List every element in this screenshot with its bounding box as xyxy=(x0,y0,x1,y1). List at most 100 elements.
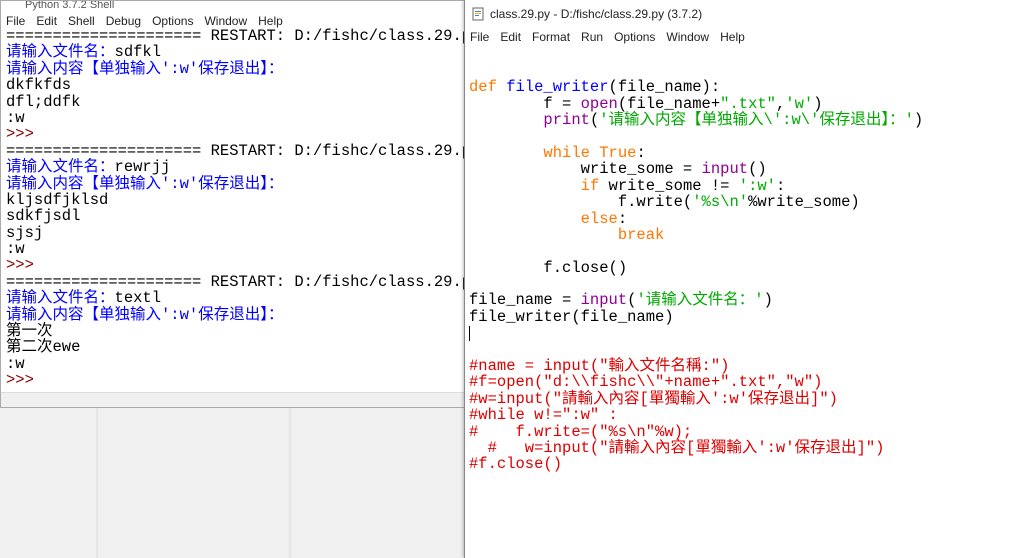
code-token: # f.write=("%s\n"%w); xyxy=(469,422,693,441)
code-token: f.close() xyxy=(469,258,628,277)
shell-menu-window[interactable]: Window xyxy=(199,14,253,28)
shell-line: ===================== RESTART: D:/fishc/… xyxy=(6,141,467,160)
code-token: #f=open("d:\\fishc\\"+name+".txt","w") xyxy=(469,373,823,392)
shell-prompt-text: 请输入文件名： xyxy=(6,158,115,177)
code-line: # w=input("請輸入內容[單獨輸入':w'保存退出]") xyxy=(469,440,1024,456)
python-shell-window[interactable]: Python 3.7.2 Shell File Edit Shell Debug… xyxy=(0,0,468,408)
python-file-icon xyxy=(472,7,484,21)
code-token: '%s\n' xyxy=(692,193,749,212)
code-editor[interactable]: def file_writer(file_name): f = open(fil… xyxy=(469,63,1024,558)
shell-line: kljsdfjklsd xyxy=(6,190,109,209)
code-token: def xyxy=(469,78,507,97)
code-token: file_writer xyxy=(506,78,609,97)
code-line: file_writer(file_name) xyxy=(469,309,1024,325)
shell-menu-help[interactable]: Help xyxy=(253,14,289,28)
shell-output[interactable]: ===================== RESTART: D:/fishc/… xyxy=(6,28,467,393)
editor-menubar: File Edit Format Run Options Window Help xyxy=(465,28,1024,46)
shell-line: :w xyxy=(6,240,25,259)
code-token: '请输入内容【单独输入\':w\'保存退出】：' xyxy=(599,111,914,130)
shell-line: ===================== RESTART: D:/fishc/… xyxy=(6,272,467,291)
shell-line: >>> xyxy=(6,256,44,275)
code-token: ':w' xyxy=(738,176,776,195)
code-token: #name = input("輸入文件名稱:") xyxy=(469,357,730,376)
shell-menu-debug[interactable]: Debug xyxy=(101,14,147,28)
shell-titlebar[interactable]: Python 3.7.2 Shell xyxy=(1,1,467,11)
editor-title: class.29.py - D:/fishc/class.29.py (3.7.… xyxy=(490,7,703,21)
shell-menu-shell[interactable]: Shell xyxy=(63,14,101,28)
shell-horizontal-scrollbar[interactable] xyxy=(1,392,467,407)
code-token: #f.close() xyxy=(469,455,563,474)
shell-line: 请输入文件名：textl xyxy=(6,290,467,306)
code-line: #f=open("d:\\fishc\\"+name+".txt","w") xyxy=(469,374,1024,390)
code-token: else xyxy=(580,209,618,228)
code-token: file_name = xyxy=(469,291,581,310)
code-token: (file_name): xyxy=(608,78,721,97)
shell-line: >>> xyxy=(6,125,44,144)
shell-line: 第一次 xyxy=(6,322,53,341)
shell-line: 请输入内容【单独输入':w'保存退出】： xyxy=(6,305,284,324)
shell-user-input: textl xyxy=(114,289,162,308)
shell-line: :w xyxy=(6,108,25,127)
code-token: f.write( xyxy=(469,193,693,212)
code-token: ) xyxy=(913,111,924,130)
code-token: : xyxy=(617,209,628,228)
editor-menu-help[interactable]: Help xyxy=(715,30,751,44)
shell-prompt-text: 请输入文件名： xyxy=(6,289,115,308)
shell-line: dkfkfds xyxy=(6,76,72,95)
editor-menu-edit[interactable]: Edit xyxy=(495,30,527,44)
shell-menu-edit[interactable]: Edit xyxy=(31,14,63,28)
code-token: #w=input("請輸入內容[單獨輸入':w'保存退出]") xyxy=(469,389,838,408)
shell-line: 请输入文件名：sdfkl xyxy=(6,44,467,60)
editor-menu-run[interactable]: Run xyxy=(576,30,609,44)
shell-menu-options[interactable]: Options xyxy=(147,14,199,28)
shell-line: 请输入内容【单独输入':w'保存退出】： xyxy=(6,59,284,78)
code-token: input xyxy=(580,291,628,310)
shell-line: 第二次ewe xyxy=(6,338,81,357)
text-cursor xyxy=(469,325,470,341)
code-token: ) xyxy=(763,291,773,310)
code-token: # w=input("請輸入內容[單獨輸入':w'保存退出]") xyxy=(469,438,885,457)
editor-menu-options[interactable]: Options xyxy=(609,30,661,44)
code-line xyxy=(469,325,1024,341)
editor-menu-window[interactable]: Window xyxy=(661,30,715,44)
code-line: else: xyxy=(469,209,1024,228)
code-token: () xyxy=(748,160,767,179)
code-token: ( xyxy=(589,111,600,130)
code-line: def file_writer(file_name): xyxy=(469,79,1024,95)
shell-line: 请输入文件名：rewrjj xyxy=(6,159,467,175)
code-line: write_some = input() xyxy=(469,161,1024,177)
code-token: input xyxy=(701,160,749,179)
code-line: #name = input("輸入文件名稱:") xyxy=(469,358,1024,374)
shell-line: dfl;ddfk xyxy=(6,92,81,111)
shell-title: Python 3.7.2 Shell xyxy=(25,1,115,11)
code-line: f = open(file_name+".txt",'w') xyxy=(469,96,1024,112)
code-line: break xyxy=(469,227,1024,243)
code-token: while True xyxy=(543,143,637,162)
code-token: %write_some) xyxy=(748,193,860,212)
editor-menu-file[interactable]: File xyxy=(465,30,495,44)
code-token: write_some = xyxy=(469,160,702,179)
code-token: file_writer(file_name) xyxy=(469,307,674,326)
editor-menu-format[interactable]: Format xyxy=(527,30,576,44)
code-token: break xyxy=(617,225,665,244)
editor-window[interactable]: class.29.py - D:/fishc/class.29.py (3.7.… xyxy=(464,0,1024,558)
shell-line: 请输入内容【单独输入':w'保存退出】： xyxy=(6,174,284,193)
shell-line: >>> xyxy=(6,371,44,390)
shell-prompt-text: 请输入文件名： xyxy=(6,43,115,62)
editor-titlebar[interactable]: class.29.py - D:/fishc/class.29.py (3.7.… xyxy=(465,0,1024,28)
code-line: #while w!=":w" : xyxy=(469,407,1024,423)
shell-line: :w xyxy=(6,354,25,373)
shell-menu-file[interactable]: File xyxy=(1,14,31,28)
code-token: #while w!=":w" : xyxy=(469,406,618,425)
shell-line: sdkfjsdl xyxy=(6,207,81,226)
shell-line: sjsj xyxy=(6,223,44,242)
